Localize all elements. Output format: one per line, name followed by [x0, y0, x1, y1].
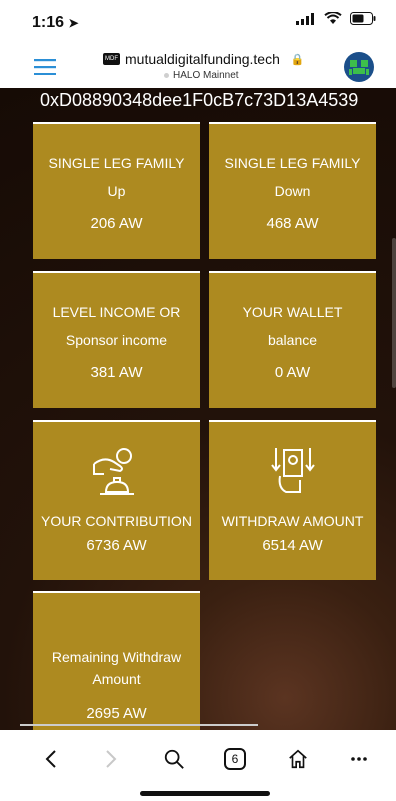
card-single-leg-down: SINGLE LEG FAMILY Down 468 AW: [209, 122, 376, 259]
wallet-address: 0xD08890348dee1F0cB7c73D13A4539: [40, 90, 359, 110]
card-value: 6736 AW: [86, 537, 147, 554]
card-subtitle: Sponsor income: [65, 332, 168, 348]
account-avatar-icon[interactable]: [344, 52, 374, 82]
network-name: HALO Mainnet: [164, 70, 239, 81]
search-icon[interactable]: [162, 748, 186, 770]
site-favicon-icon: MDF: [103, 53, 120, 65]
site-domain: mutualdigitalfunding.tech: [125, 51, 280, 67]
card-withdraw-amount: WITHDRAW AMOUNT 6514 AW: [209, 420, 376, 580]
back-icon[interactable]: [44, 748, 58, 770]
forward-icon[interactable]: [104, 748, 118, 770]
card-value: 206 AW: [90, 215, 143, 232]
tabs-button[interactable]: 6: [224, 748, 246, 770]
card-value: 6514 AW: [262, 537, 323, 554]
status-time: 1:16 ➤: [32, 14, 79, 31]
home-icon[interactable]: [286, 748, 310, 770]
card-remaining-withdraw: Remaining Withdraw Amount 2695 AW: [33, 591, 200, 730]
card-title: SINGLE LEG FAMILY: [224, 155, 361, 171]
card-title: LEVEL INCOME OR: [52, 304, 181, 320]
lock-icon: 🔒: [290, 53, 305, 66]
hand-donation-icon: [92, 448, 134, 495]
card-title: SINGLE LEG FAMILY: [48, 155, 185, 171]
more-icon[interactable]: [350, 748, 368, 770]
location-arrow-icon: ➤: [68, 16, 79, 30]
home-indicator: [140, 791, 270, 796]
dapp-content: 0xD08890348dee1F0cB7c73D13A4539 SINGLE L…: [0, 88, 396, 730]
card-title: YOUR CONTRIBUTION: [41, 513, 192, 529]
battery-icon: [350, 12, 376, 25]
vertical-scrollbar[interactable]: [392, 238, 396, 388]
card-subtitle: balance: [267, 332, 318, 348]
horizontal-scrollbar[interactable]: [20, 724, 258, 726]
browser-topbar: MDF mutualdigitalfunding.tech 🔒 HALO Mai…: [0, 46, 396, 89]
card-wallet-balance: YOUR WALLET balance 0 AW: [209, 271, 376, 408]
card-title: YOUR WALLET: [242, 304, 343, 320]
card-single-leg-up: SINGLE LEG FAMILY Up 206 AW: [33, 122, 200, 259]
hamburger-menu-icon[interactable]: [34, 59, 56, 75]
status-icons: [296, 12, 376, 25]
card-level-income: LEVEL INCOME OR Sponsor income 381 AW: [33, 271, 200, 408]
status-bar: 1:16 ➤: [0, 0, 396, 46]
card-title: WITHDRAW AMOUNT: [221, 513, 364, 529]
card-value: 0 AW: [274, 364, 311, 381]
card-value: 2695 AW: [86, 705, 147, 722]
card-title: Amount: [92, 671, 141, 687]
wifi-icon: [324, 12, 342, 24]
cellular-signal-icon: [296, 12, 314, 25]
card-your-contribution: YOUR CONTRIBUTION 6736 AW: [33, 420, 200, 580]
browser-bottombar: 6: [0, 730, 396, 801]
card-value: 468 AW: [266, 215, 319, 232]
url-display[interactable]: MDF mutualdigitalfunding.tech 🔒: [103, 51, 305, 67]
card-subtitle: Up: [107, 183, 126, 199]
card-title: Remaining Withdraw: [51, 649, 182, 665]
cash-withdraw-icon: [270, 448, 315, 493]
card-subtitle: Down: [274, 183, 311, 199]
card-value: 381 AW: [90, 364, 143, 381]
